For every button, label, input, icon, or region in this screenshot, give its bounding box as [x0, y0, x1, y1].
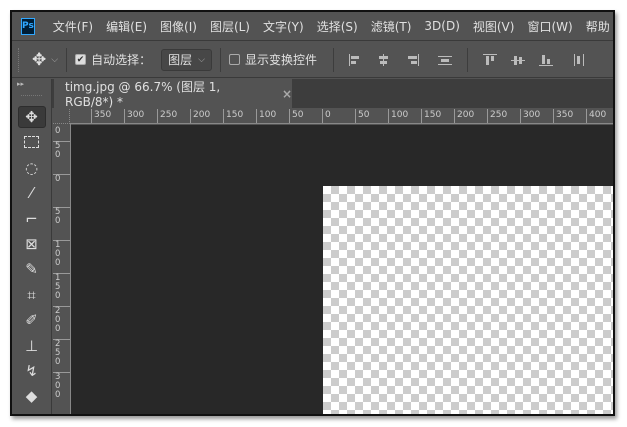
menu-filter[interactable]: 滤镜(T)	[371, 18, 412, 35]
distribute-vertical-icon[interactable]	[572, 53, 586, 66]
align-left-icon[interactable]	[348, 53, 363, 66]
ruler-label: 150	[421, 109, 441, 123]
ruler-label: 50	[355, 109, 369, 123]
menu-edit[interactable]: 编辑(E)	[106, 18, 147, 35]
auto-select-label: 自动选择：	[91, 53, 152, 67]
grip[interactable]	[21, 95, 42, 103]
ruler-label: 3 0 0	[53, 372, 70, 400]
menu-window[interactable]: 窗口(W)	[527, 18, 572, 35]
menu-type[interactable]: 文字(Y)	[263, 18, 304, 35]
history-brush-tool-icon[interactable]: ↯	[18, 360, 46, 382]
ruler-origin[interactable]	[53, 109, 70, 124]
transparent-document[interactable]	[323, 186, 613, 414]
ruler-label: 0	[322, 109, 331, 123]
options-bar: ✥ ⌵ ✔ 自动选择： 图层 ⌵ 显示变换控件	[12, 42, 613, 78]
ruler-label: 1 0 0	[53, 240, 70, 268]
chevron-down-icon[interactable]: ⌵	[51, 55, 58, 65]
move-tool-preset-icon[interactable]: ✥	[32, 50, 46, 70]
ruler-label: 400	[586, 109, 606, 123]
tools-panel: ▸▸ ✥ ◌ ⁄ ⌐ ⊠ ✎ ⌗ ✐ ⊥ ↯ ◆	[12, 79, 52, 414]
ps-logo: Ps	[21, 17, 35, 35]
menu-bar: Ps 文件(F) 编辑(E) 图像(I) 图层(L) 文字(Y) 选择(S) 滤…	[12, 12, 613, 41]
menu-file[interactable]: 文件(F)	[53, 18, 93, 35]
rectangular-marquee-tool-icon[interactable]	[18, 131, 46, 153]
eyedropper-tool-icon[interactable]: ✎	[18, 258, 46, 280]
distribute-icon[interactable]	[437, 54, 452, 66]
ruler-label: 300	[124, 109, 144, 123]
ruler-label: 200	[454, 109, 474, 123]
layer-select-dropdown[interactable]: 图层 ⌵	[161, 48, 212, 71]
close-icon[interactable]: ×	[282, 87, 292, 101]
chevron-down-icon: ⌵	[198, 54, 205, 65]
menu-image[interactable]: 图像(I)	[160, 18, 197, 35]
photoshop-window: Ps 文件(F) 编辑(E) 图像(I) 图层(L) 文字(Y) 选择(S) 滤…	[10, 10, 615, 416]
ruler-label: 5 0	[53, 141, 70, 160]
frame-tool-icon[interactable]: ⊠	[18, 233, 46, 255]
ruler-label: 350	[553, 109, 573, 123]
menu-select[interactable]: 选择(S)	[317, 18, 358, 35]
divider	[332, 47, 334, 72]
document-tab[interactable]: timg.jpg @ 66.7% (图层 1, RGB/8*) * ×	[54, 79, 292, 109]
align-bottom-icon[interactable]	[538, 54, 553, 66]
spot-healing-tool-icon[interactable]: ⌗	[18, 284, 46, 306]
ruler-label: 5 0	[53, 207, 70, 226]
clone-stamp-tool-icon[interactable]: ⊥	[18, 335, 46, 357]
divider	[466, 47, 468, 72]
ruler-label: 200	[190, 109, 210, 123]
lasso-tool-icon[interactable]: ◌	[18, 157, 46, 179]
ruler-label: 2 0 0	[53, 306, 70, 334]
menu-help[interactable]: 帮助	[586, 18, 610, 35]
ruler-label: 350	[91, 109, 111, 123]
menu-3d[interactable]: 3D(D)	[424, 19, 459, 33]
layer-select-value: 图层	[168, 53, 193, 67]
ruler-label: 0	[53, 174, 70, 184]
quick-selection-tool-icon[interactable]: ⁄	[18, 182, 46, 204]
ruler-label: 250	[157, 109, 177, 123]
document-tab-title: timg.jpg @ 66.7% (图层 1, RGB/8*) *	[65, 80, 221, 109]
document-tab-bar: timg.jpg @ 66.7% (图层 1, RGB/8*) * ×	[52, 79, 613, 109]
divider	[219, 47, 221, 72]
vertical-ruler[interactable]: 1 0 0 5 0 0 5 0 1 0 0 1 5 0 2 0 0 2 5 0 3 0 0	[53, 124, 71, 414]
divider	[66, 47, 68, 72]
ruler-label: 1 5 0	[53, 273, 70, 301]
brush-tool-icon[interactable]: ✐	[18, 309, 46, 331]
ruler-label: 50	[289, 109, 303, 123]
align-right-icon[interactable]	[405, 53, 419, 66]
crop-tool-icon[interactable]: ⌐	[18, 208, 46, 230]
horizontal-ruler[interactable]: 0350300250200150100500501001502002503003…	[70, 109, 613, 124]
ruler-label: 250	[487, 109, 507, 123]
align-horizontal-center-icon[interactable]	[377, 53, 391, 66]
canvas-area[interactable]	[71, 125, 613, 414]
ruler-label: 1 0 0	[53, 124, 70, 136]
align-vertical-center-icon[interactable]	[510, 54, 525, 66]
move-tool-icon[interactable]: ✥	[17, 106, 46, 128]
ruler-label: 2 5 0	[53, 339, 70, 367]
collapse-icon[interactable]: ▸▸	[12, 79, 51, 95]
eraser-tool-icon[interactable]: ◆	[18, 385, 46, 407]
auto-select-checkbox[interactable]: ✔	[75, 54, 87, 65]
menu-layer[interactable]: 图层(L)	[210, 18, 250, 35]
menu-view[interactable]: 视图(V)	[473, 18, 515, 35]
show-transform-checkbox[interactable]	[228, 54, 240, 65]
show-transform-label: 显示变换控件	[244, 53, 317, 67]
ruler-label: 150	[223, 109, 243, 123]
ruler-label: 100	[388, 109, 408, 123]
ruler-label: 300	[520, 109, 540, 123]
ruler-label: 100	[256, 109, 276, 123]
grip[interactable]	[18, 47, 26, 72]
align-top-icon[interactable]	[482, 53, 497, 66]
